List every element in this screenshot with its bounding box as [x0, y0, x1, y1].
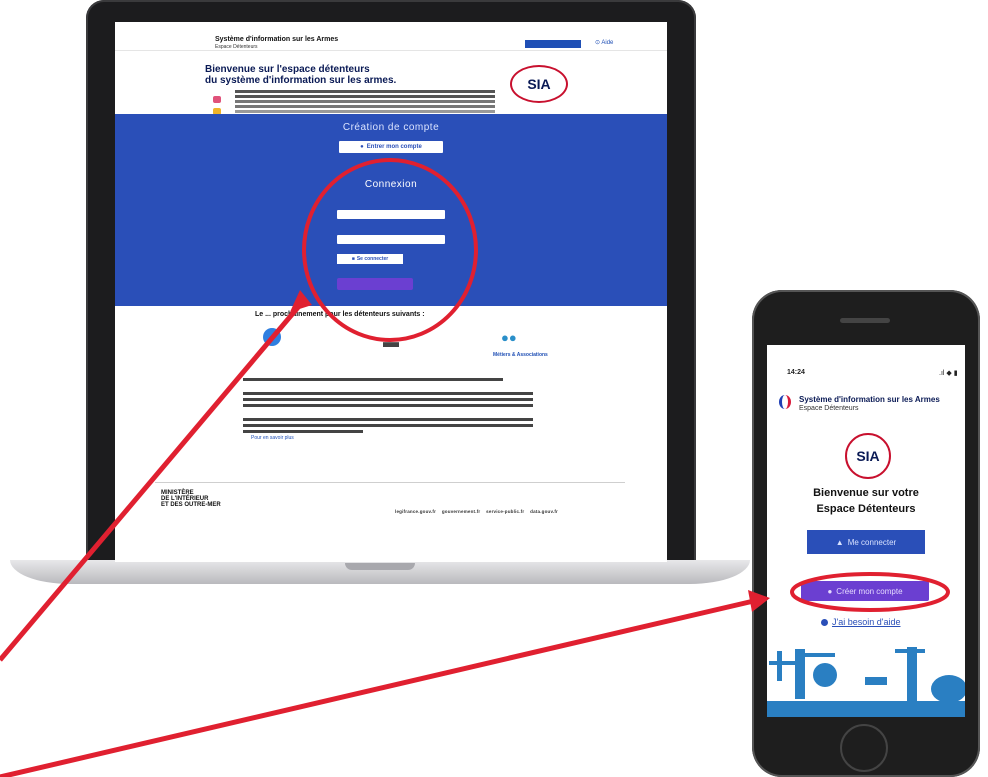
signal-icon: .ıl ◆ ▮	[939, 370, 958, 377]
footer-link[interactable]: service-public.fr	[486, 509, 524, 514]
create-account-button[interactable]: ● Créer mon compte	[801, 581, 929, 601]
group-icon: ●●	[501, 330, 517, 345]
sia-logo: SIA	[845, 433, 891, 479]
header-account-button[interactable]	[525, 40, 581, 48]
user-icon: ■	[351, 256, 355, 262]
footer-link[interactable]: data.gouv.fr	[530, 509, 558, 514]
shooting-illustration	[767, 647, 965, 717]
login-button[interactable]: ■ Se connecter	[337, 254, 403, 264]
sia-logo: SIA	[510, 65, 568, 103]
annotation-arrow	[0, 597, 759, 777]
create-account-button[interactable]: ● Entrer mon compte	[339, 141, 443, 153]
create-account-label: Créer mon compte	[836, 586, 903, 596]
laptop-screen: Système d'information sur les Armes Espa…	[115, 22, 667, 562]
body-text-line	[243, 378, 503, 381]
sia-logo-text: SIA	[527, 76, 551, 92]
body-text-line	[243, 398, 533, 401]
creation-heading: Création de compte	[342, 122, 440, 133]
phone-speaker	[840, 318, 890, 323]
login-button-label: Se connecter	[356, 256, 389, 262]
phone-screen: 14:24 .ıl ◆ ▮ Système d'information sur …	[767, 345, 965, 717]
create-account-label: Entrer mon compte	[366, 144, 422, 150]
sia-logo-text: SIA	[856, 448, 880, 464]
help-link[interactable]: ⊙ Aide	[595, 39, 613, 46]
gun-icon: ▬	[383, 334, 399, 351]
app-title: Système d'information sur les Armes	[799, 395, 940, 404]
user-icon: ▲	[835, 537, 844, 547]
site-header: Système d'information sur les Armes Espa…	[115, 22, 667, 51]
status-time: 14:24	[787, 369, 805, 376]
body-text-line	[243, 404, 533, 407]
app-subtitle: Espace Détenteurs	[799, 405, 859, 412]
site-subtitle: Espace Détenteurs	[215, 44, 258, 50]
franceconnect-button[interactable]	[337, 278, 413, 290]
laptop-notch	[345, 563, 415, 570]
welcome-heading-line1: Bienvenue sur l'espace détenteurs	[205, 64, 370, 75]
ministere-logo: MINISTÈRE DE L'INTÉRIEUR ET DES OUTRE-ME…	[161, 490, 221, 508]
footer-link[interactable]: legifrance.gouv.fr	[395, 509, 436, 514]
footer-links: legifrance.gouv.fr gouvernement.fr servi…	[395, 509, 558, 514]
user-icon: ●	[827, 586, 833, 596]
intro-paragraph	[235, 90, 495, 93]
more-info-link[interactable]: Pour en savoir plus	[251, 435, 294, 441]
footer-link[interactable]: gouvernement.fr	[442, 509, 481, 514]
help-icon	[821, 618, 828, 626]
connexion-heading: Connexion	[364, 179, 418, 190]
welcome-line2: Espace Détenteurs	[816, 503, 916, 515]
connect-button[interactable]: ▲ Me connecter	[807, 530, 925, 554]
info-icon	[213, 96, 221, 103]
ministere-line: ET DES OUTRE-MER	[161, 502, 221, 508]
marianne-logo	[779, 395, 791, 409]
category-icon	[263, 328, 281, 346]
help-link-label: J'ai besoin d'aide	[832, 617, 901, 627]
body-text-line	[243, 418, 533, 421]
welcome-heading-line2: du système d'information sur les armes.	[205, 75, 397, 86]
user-icon: ●	[360, 144, 364, 150]
site-title: Système d'information sur les Armes	[215, 36, 339, 43]
phone-home-button[interactable]	[840, 724, 888, 772]
welcome-line1: Bienvenue sur votre	[813, 487, 919, 499]
password-input[interactable]	[337, 235, 445, 244]
username-input[interactable]	[337, 210, 445, 219]
footer-divider	[155, 482, 625, 483]
help-link[interactable]: J'ai besoin d'aide	[821, 617, 900, 627]
body-text-line	[243, 392, 533, 395]
help-link-label: Aide	[601, 40, 614, 46]
upcoming-heading: Le ... prochainement pour les détenteurs…	[255, 311, 425, 318]
body-text-line	[243, 430, 363, 433]
category-label: Métiers & Associations	[493, 352, 548, 358]
body-text-line	[243, 424, 533, 427]
connect-button-label: Me connecter	[847, 537, 897, 547]
